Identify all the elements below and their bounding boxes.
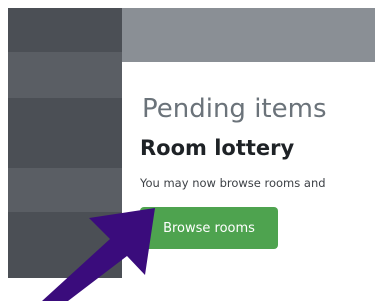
page-background	[0, 278, 122, 301]
pending-items-panel: Pending items Room lottery You may now b…	[122, 62, 375, 301]
item-description: You may now browse rooms and	[140, 176, 326, 190]
sidebar	[8, 8, 122, 278]
sidebar-item[interactable]	[8, 52, 122, 98]
browse-rooms-button[interactable]: Browse rooms	[140, 207, 278, 249]
section-title: Pending items	[142, 94, 327, 124]
sidebar-item[interactable]	[8, 168, 122, 212]
app-screen: Pending items Room lottery You may now b…	[0, 0, 375, 301]
top-bar	[122, 8, 375, 62]
item-title: Room lottery	[140, 136, 295, 160]
